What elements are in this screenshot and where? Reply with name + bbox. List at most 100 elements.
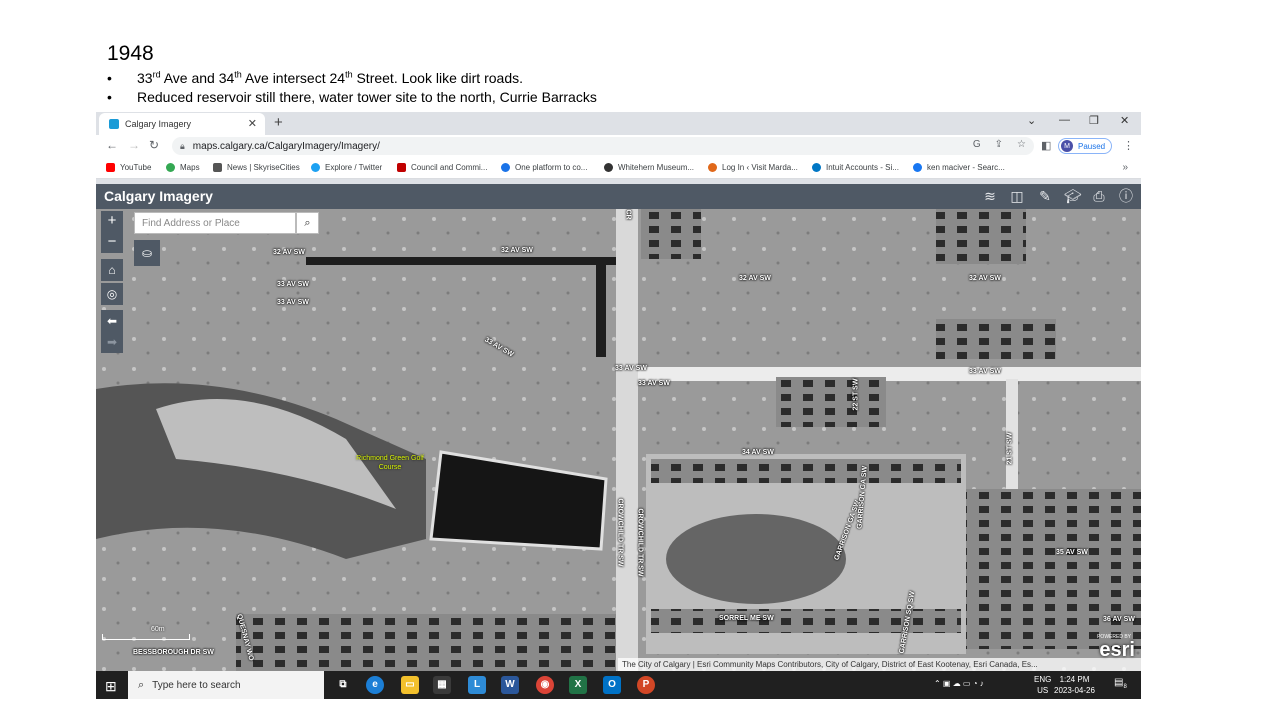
bullet-text-part: Ave and 34 [160, 70, 235, 86]
crowchild-road [616, 209, 638, 671]
tab-search-chevron-icon[interactable]: ⌄ [1027, 114, 1036, 127]
windows-taskbar: ⊞ ⌕ Type here to search ⧉ e ▭ ▦ L W ◉ X … [96, 671, 1141, 699]
profile-button[interactable]: M Paused [1058, 138, 1112, 154]
house-block [966, 489, 1141, 649]
road-label: CROWCHILD TR SW [616, 498, 624, 567]
address-bar[interactable]: 🔒︎ maps.calgary.ca/CalgaryImagery/Imager… [172, 137, 1034, 155]
avatar: M [1061, 140, 1073, 152]
house-row [651, 609, 961, 633]
road-label: CR [624, 209, 632, 220]
ordinal-suffix: th [234, 69, 242, 80]
clock[interactable]: 1:24 PM 2023-04-26 [1054, 674, 1095, 696]
task-view-icon[interactable]: ⧉ [334, 676, 352, 694]
basemap-toggle-icon[interactable]: ⛀ [134, 240, 160, 266]
chrome-icon[interactable]: ◉ [536, 676, 554, 694]
esri-logo[interactable]: esri [1099, 639, 1135, 662]
road-label: 33 AV SW [277, 281, 309, 288]
app-header: Calgary Imagery ≋ ◫ ✎ 🎓︎ ⎙ ⓘ [96, 184, 1141, 209]
youtube-icon [106, 163, 115, 172]
bullet-text: 33rd Ave and 34th Ave intersect 24th Str… [137, 69, 523, 88]
bullet-dot: • [107, 89, 112, 105]
language-indicator[interactable]: ENG US [1034, 674, 1051, 696]
bookmark-youtube[interactable]: YouTube [106, 163, 151, 172]
road-label: 33 AV SW [969, 368, 1001, 375]
education-cap-icon[interactable]: 🎓︎ [1064, 188, 1082, 204]
notification-icon[interactable]: ▤8 [1114, 677, 1127, 690]
swipe-compare-icon[interactable]: ◫ [1009, 188, 1025, 204]
lang-code: ENG [1034, 675, 1052, 684]
powerpoint-icon[interactable]: P [637, 676, 655, 694]
bullet-text-part: 33 [137, 70, 153, 86]
measure-ruler-icon[interactable]: ✎ [1037, 188, 1053, 204]
bookmark-whitehern[interactable]: Whitehern Museum... [604, 163, 694, 172]
tree-row [306, 257, 626, 265]
aerial-map[interactable]: 32 AV SW 32 AV SW 33 AV SW 33 AV SW 33 A… [96, 209, 1141, 671]
calgary-favicon-icon [109, 119, 119, 129]
google-icon[interactable]: G [973, 139, 981, 150]
layers-icon[interactable]: ≋ [982, 188, 998, 204]
bookmark-maps[interactable]: Maps [166, 163, 200, 172]
taskbar-search-input[interactable]: ⌕ Type here to search [128, 671, 324, 699]
share-icon[interactable]: ⇪ [995, 139, 1003, 150]
bullet-text: Reduced reservoir still there, water tow… [137, 89, 597, 105]
locate-icon[interactable]: ◎ [101, 283, 123, 305]
windows-start-icon[interactable]: ⊞ [105, 678, 117, 695]
l-app-icon[interactable]: L [468, 676, 486, 694]
word-icon[interactable]: W [501, 676, 519, 694]
side-panel-icon[interactable]: ◧ [1041, 139, 1051, 152]
region-code: US [1037, 686, 1049, 695]
bookmark-council[interactable]: Council and Commi... [397, 163, 487, 172]
bookmark-visit-marda[interactable]: Log In ‹ Visit Marda... [708, 163, 798, 172]
search-input[interactable]: Find Address or Place [134, 212, 296, 234]
building-block [936, 319, 1056, 359]
bookmark-star-icon[interactable]: ☆ [1017, 139, 1026, 150]
zoom-in-button[interactable]: + [101, 211, 123, 232]
bullet-text-part: Ave intersect 24 [241, 70, 346, 86]
tab-close-icon[interactable]: ✕ [248, 117, 257, 130]
forward-icon[interactable]: → [128, 138, 140, 152]
road-label: CROWCHILD TR SW [636, 508, 644, 577]
bookmark-facebook-search[interactable]: ken maciver - Searc... [913, 163, 1005, 172]
file-explorer-icon[interactable]: ▭ [401, 676, 419, 694]
building-block [641, 209, 701, 259]
edge-icon[interactable]: e [366, 676, 384, 694]
profile-status: Paused [1078, 141, 1106, 151]
browser-tab[interactable]: Calgary Imagery ✕ [99, 113, 265, 135]
address-row: ← → ↻ 🔒︎ maps.calgary.ca/CalgaryImagery/… [96, 135, 1141, 157]
minimize-icon[interactable]: — [1059, 114, 1070, 126]
zoom-out-button[interactable]: − [101, 232, 123, 253]
bookmark-twitter[interactable]: Explore / Twitter [311, 163, 382, 172]
system-tray-icons[interactable]: ⌃ ▣ ☁ ▭ ◔ ♪ [934, 679, 984, 688]
intuit-icon [812, 163, 821, 172]
ordinal-suffix: th [345, 69, 353, 80]
print-icon[interactable]: ⎙ [1091, 188, 1107, 204]
restore-icon[interactable]: ❐ [1089, 114, 1099, 127]
bookmarks-overflow-icon[interactable]: » [1122, 162, 1128, 173]
clock-time: 1:24 PM [1059, 675, 1090, 684]
bookmark-intuit[interactable]: Intuit Accounts - Si... [812, 163, 899, 172]
reload-icon[interactable]: ↻ [149, 138, 159, 152]
previous-extent-icon[interactable]: ⬅ [101, 310, 123, 332]
back-icon[interactable]: ← [106, 138, 118, 152]
lock-icon: 🔒︎ [180, 140, 185, 151]
house-row [651, 459, 961, 483]
outlook-icon[interactable]: O [603, 676, 621, 694]
bullet-dot: • [107, 70, 112, 86]
maps-pin-icon [166, 163, 175, 172]
bookmark-one-platform[interactable]: One platform to co... [501, 163, 587, 172]
info-icon[interactable]: ⓘ [1118, 188, 1134, 204]
kebab-menu-icon[interactable]: ⋮ [1123, 139, 1134, 152]
home-icon[interactable]: ⌂ [101, 259, 123, 281]
new-tab-button[interactable]: + [274, 114, 283, 131]
road-label: 32 AV SW [501, 247, 533, 254]
park-green [666, 514, 846, 604]
bullet-item: • 33rd Ave and 34th Ave intersect 24th S… [107, 69, 597, 88]
excel-icon[interactable]: X [569, 676, 587, 694]
road-label: 32 AV SW [969, 275, 1001, 282]
bookmark-skyrisecities[interactable]: News | SkyriseCities [213, 163, 300, 172]
store-icon[interactable]: ▦ [433, 676, 451, 694]
next-extent-icon[interactable]: ➡ [101, 331, 123, 353]
close-window-icon[interactable]: ✕ [1120, 114, 1129, 127]
globe-icon [604, 163, 613, 172]
search-icon[interactable]: ⌕ [296, 212, 319, 234]
